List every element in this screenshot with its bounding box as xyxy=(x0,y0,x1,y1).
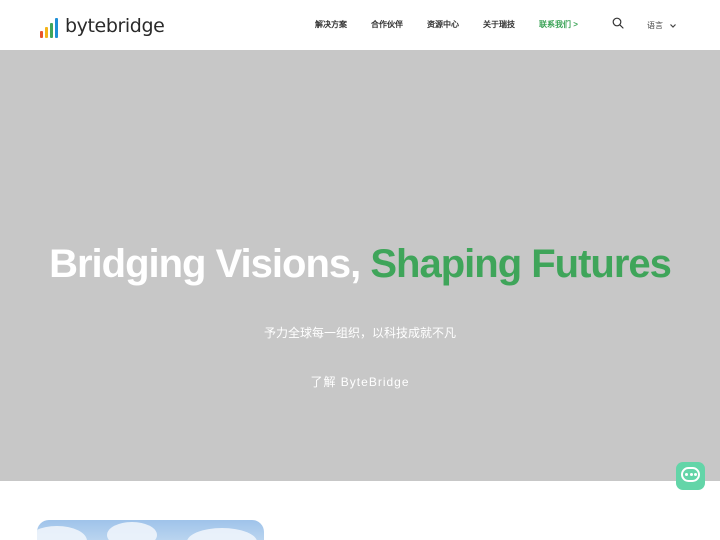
hero-title: Bridging Visions, Shaping Futures xyxy=(0,242,720,287)
hero-title-accent: Shaping Futures xyxy=(370,242,672,286)
site-header: bytebridge 解决方案 合作伙伴 资源中心 关于瑞技 联系我们 > 语言 xyxy=(0,0,720,50)
nav-item-about[interactable]: 关于瑞技 xyxy=(483,19,515,30)
language-selector[interactable]: 语言 xyxy=(647,20,677,31)
hero-title-main: Bridging Visions, xyxy=(49,242,371,286)
main-nav: 解决方案 合作伙伴 资源中心 关于瑞技 联系我们 > xyxy=(315,19,602,30)
feature-card-image[interactable] xyxy=(37,520,264,540)
hero-banner: Bridging Visions, Shaping Futures 予力全球每一… xyxy=(0,50,720,481)
bar-chart-logo-icon xyxy=(40,16,62,38)
learn-more-link[interactable]: 了解 ByteBridge xyxy=(0,373,720,390)
nav-item-partners[interactable]: 合作伙伴 xyxy=(371,19,403,30)
nav-item-resources[interactable]: 资源中心 xyxy=(427,19,459,30)
chat-dots xyxy=(685,473,697,476)
chevron-down-icon xyxy=(670,23,676,28)
language-label: 语言 xyxy=(647,21,663,30)
nav-item-contact[interactable]: 联系我们 > xyxy=(539,19,578,30)
logo-text: bytebridge xyxy=(65,15,165,37)
nav-item-solutions[interactable]: 解决方案 xyxy=(315,19,347,30)
hero-subtitle: 予力全球每一组织，以科技成就不凡 xyxy=(263,326,456,340)
search-icon[interactable] xyxy=(612,17,624,29)
logo[interactable]: bytebridge xyxy=(40,12,165,38)
chat-button[interactable] xyxy=(676,462,705,490)
